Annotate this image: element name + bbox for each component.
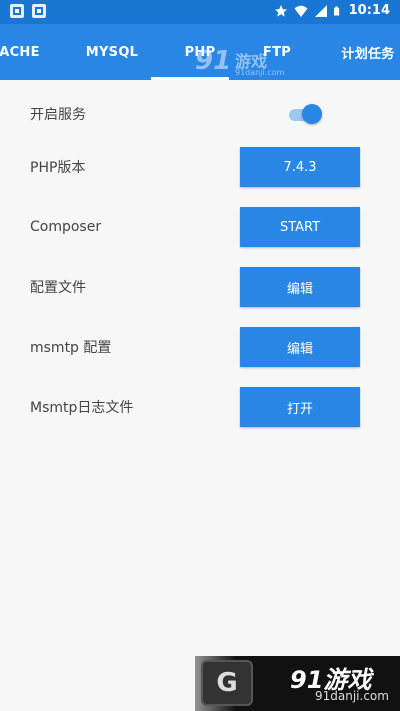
watermark-banner-bottom: G 91游戏 91danji.com [195,656,400,711]
msmtp-config-label: msmtp 配置 [30,340,112,356]
watermark-top-url: 91danji.com [235,68,285,77]
status-bar: 10:14 [0,0,400,24]
service-toggle-switch[interactable] [289,103,322,125]
msmtp-config-edit-button[interactable]: 编辑 [240,327,360,367]
msmtp-log-open-button[interactable]: 打开 [240,387,360,427]
watermark-top-number: 91 [195,46,232,76]
service-toggle-row: 开启服务 [0,94,400,134]
config-file-label: 配置文件 [30,280,86,296]
star-icon [274,4,287,17]
composer-row: Composer START [0,207,400,247]
msmtp-log-row: Msmtp日志文件 打开 [0,387,400,427]
app-notification-icon [32,4,46,18]
php-version-label: PHP版本 [30,160,86,176]
battery-icon [333,6,339,15]
clock: 10:14 [348,3,390,18]
notification-area [10,4,46,18]
php-version-row: PHP版本 7.4.3 [0,147,400,187]
system-icons: 10:14 [274,3,390,18]
tab-mysql[interactable]: MYSQL [72,24,152,80]
watermark-logo-top: 91 游戏 91danji.com [195,44,290,82]
app-notification-icon [10,4,24,18]
signal-icon [314,4,327,17]
composer-start-button[interactable]: START [240,207,360,247]
msmtp-config-row: msmtp 配置 编辑 [0,327,400,367]
service-toggle-label: 开启服务 [30,107,86,123]
config-file-row: 配置文件 编辑 [0,267,400,307]
msmtp-log-label: Msmtp日志文件 [30,400,134,416]
watermark-bottom-url: 91danji.com [315,689,389,703]
config-file-edit-button[interactable]: 编辑 [240,267,360,307]
tab-cron-tasks[interactable]: 计划任务 [328,24,400,80]
watermark-badge-icon: G [201,660,253,706]
php-version-button[interactable]: 7.4.3 [240,147,360,187]
tab-apache[interactable]: APACHE [0,24,48,80]
composer-label: Composer [30,219,102,235]
switch-thumb [302,104,322,124]
wifi-icon [294,5,308,17]
